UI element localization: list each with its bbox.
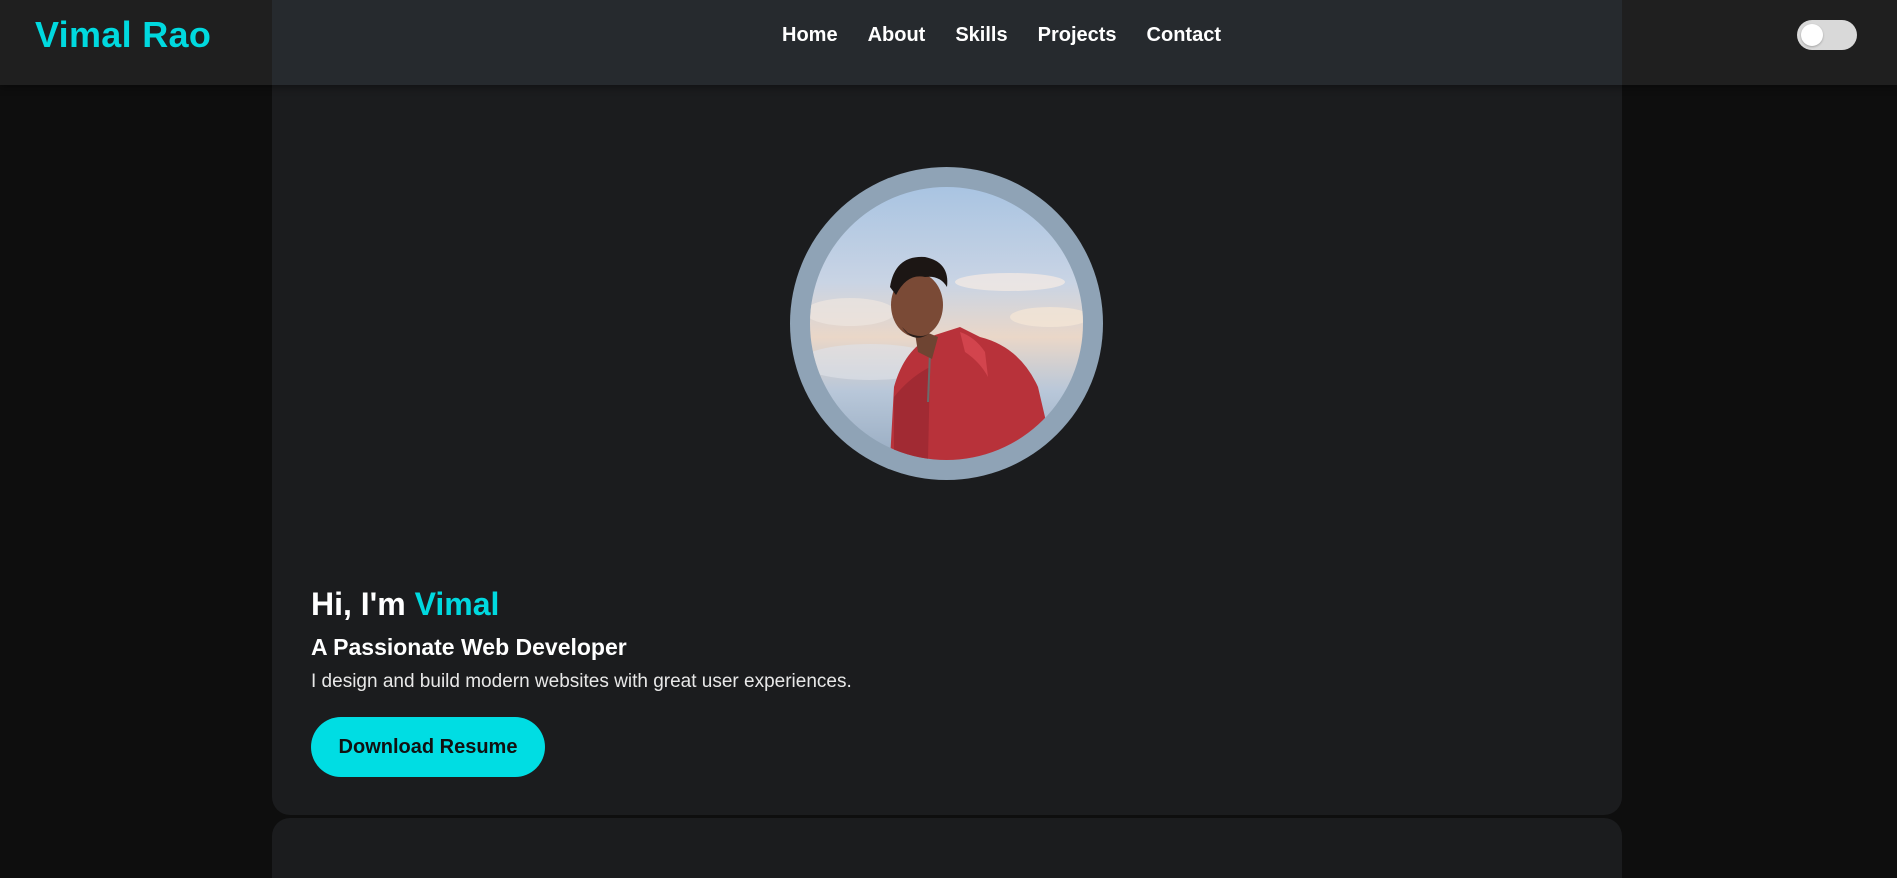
download-resume-button[interactable]: Download Resume <box>311 717 545 777</box>
toggle-knob <box>1801 24 1823 46</box>
navbar: Vimal Rao Home About Skills Projects Con… <box>0 0 1897 85</box>
greeting-prefix: Hi, I'm <box>311 586 415 622</box>
avatar <box>810 187 1083 460</box>
hero-subtitle: A Passionate Web Developer <box>311 634 627 660</box>
nav-contact[interactable]: Contact <box>1147 24 1221 47</box>
nav-links: Home About Skills Projects Contact <box>782 24 1251 47</box>
profile-photo-icon <box>810 256 1083 460</box>
nav-home[interactable]: Home <box>782 24 838 47</box>
nav-skills[interactable]: Skills <box>955 24 1007 47</box>
avatar-ring <box>790 167 1103 480</box>
theme-toggle[interactable] <box>1797 20 1857 50</box>
next-section <box>272 818 1622 878</box>
hero-description: I design and build modern websites with … <box>311 671 852 692</box>
hero-greeting: Hi, I'm Vimal <box>311 586 499 623</box>
brand-logo[interactable]: Vimal Rao <box>35 14 211 56</box>
nav-about[interactable]: About <box>868 24 926 47</box>
greeting-name: Vimal <box>414 586 500 622</box>
nav-projects[interactable]: Projects <box>1038 24 1117 47</box>
